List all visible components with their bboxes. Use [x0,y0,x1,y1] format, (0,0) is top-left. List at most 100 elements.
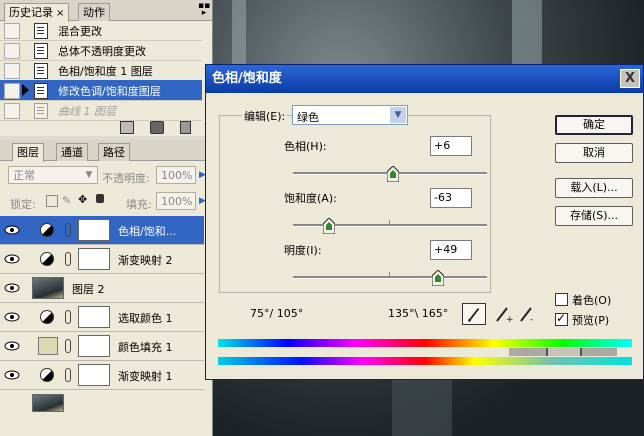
saturation-slider-thumb[interactable] [322,218,335,234]
tab-channels[interactable]: 通道 [56,143,88,161]
edit-label: 编辑(E): [242,108,288,124]
layer-mask-thumbnail[interactable] [78,219,110,241]
history-panel: 历史记录 × 动作 ▪▪ ▸ 混合更改 总体不透明度更改 色相/饱和度 1 图层 修… [0,0,213,136]
eye-icon[interactable] [4,224,20,236]
adjustment-layer-icon [40,368,54,382]
layer-image-thumbnail[interactable] [32,277,64,299]
tab-actions-label: 动作 [83,6,105,19]
lightness-center-tick [389,272,390,276]
history-item-selected[interactable]: 修改色调/饱和度图层 [0,80,202,101]
layer-row-gradient-map-2[interactable]: 渐变映射 2 [0,245,204,274]
link-icon[interactable] [65,339,71,353]
layer-row-partial[interactable] [0,390,204,436]
load-button[interactable]: 载入(L)... [555,178,633,198]
lock-all-icon[interactable] [96,194,104,203]
lightness-input[interactable]: +49 [430,240,472,260]
lightness-slider-thumb[interactable] [431,270,444,286]
layer-row-layer-2[interactable]: 图层 2 [0,274,204,303]
layers-panel: 图层 通道 路径 正常 ▼ 不透明度: 100% ▶ 锁定: ✎ ✥ 填充: 1… [0,140,213,436]
layer-name[interactable]: 颜色填充 1 [118,339,173,355]
layer-row-color-fill-1[interactable]: 颜色填充 1 [0,332,204,361]
snapshot-source-checkbox[interactable] [4,83,20,99]
save-button[interactable]: 存储(S)... [555,206,633,226]
hue-slider-thumb[interactable] [387,166,400,182]
history-item[interactable]: 混合更改 [0,20,202,41]
range-right-readout: 135°\ 165° [388,307,449,320]
panel-menu-icon[interactable]: ▪▪ ▸ [198,2,210,18]
edit-channel-select[interactable]: 绿色 ▼ [292,105,408,125]
layer-name[interactable]: 渐变映射 1 [118,368,173,384]
layer-row-hue-saturation[interactable]: 色相/饱和... [0,216,204,245]
close-button[interactable]: X [620,69,640,88]
adjustment-layer-icon [40,223,54,237]
history-item[interactable]: 总体不透明度更改 [0,40,202,61]
link-icon[interactable] [65,310,71,324]
checkmark-icon: ✓ [556,311,567,325]
trash-icon[interactable] [180,121,191,134]
history-item[interactable]: 色相/饱和度 1 图层 [0,60,202,81]
fill-color-swatch[interactable] [38,337,58,355]
new-document-from-state-icon[interactable] [120,121,134,134]
link-icon[interactable] [65,368,71,382]
document-icon [34,23,48,39]
layer-mask-thumbnail[interactable] [78,248,110,270]
lock-move-icon[interactable]: ✥ [78,193,87,206]
ok-button[interactable]: 确定 [555,115,633,135]
layer-mask-thumbnail[interactable] [78,364,110,386]
tab-history-label: 历史记录 [9,6,53,19]
layer-image-thumbnail[interactable] [32,394,64,412]
eyedropper-minus-icon[interactable]: - [514,303,538,325]
history-footer [0,118,212,136]
lightness-slider-track[interactable] [293,276,487,279]
preview-label: 预览(P) [572,314,610,327]
cancel-button[interactable]: 取消 [555,143,633,163]
colorize-label: 着色(O) [572,294,612,307]
chevron-down-icon[interactable]: ▼ [390,107,406,123]
link-icon[interactable] [65,223,71,237]
saturation-input[interactable]: -63 [430,188,472,208]
lock-transparent-icon[interactable] [46,195,58,207]
opacity-input[interactable]: 100% [156,166,196,184]
range-adjust-center[interactable] [546,348,582,356]
eye-icon[interactable] [4,253,20,265]
eyedropper-icon[interactable] [462,303,486,325]
tab-paths-label: 路径 [103,146,125,159]
layer-name[interactable]: 选取颜色 1 [118,310,173,326]
layer-name[interactable]: 色相/饱和... [118,223,176,239]
tab-layers[interactable]: 图层 [12,143,44,162]
preview-checkbox[interactable]: ✓ [555,311,568,326]
layer-name[interactable]: 图层 2 [72,281,105,297]
dialog-titlebar[interactable]: 色相/饱和度 X [206,65,643,93]
document-icon [34,43,48,59]
adjustment-group: 编辑(E): 绿色 ▼ 色相(H): +6 饱和度(A): -63 明度(I):… [219,105,491,293]
eye-icon[interactable] [4,282,20,294]
blend-mode-value: 正常 [13,169,35,182]
tab-actions[interactable]: 动作 [78,3,110,21]
camera-snapshot-icon[interactable] [150,121,164,134]
snapshot-source-checkbox[interactable] [4,43,20,59]
close-icon[interactable]: × [56,8,64,19]
colorize-checkbox[interactable] [555,293,568,306]
eye-icon[interactable] [4,311,20,323]
link-icon[interactable] [65,252,71,266]
snapshot-source-checkbox[interactable] [4,63,20,79]
layer-row-gradient-map-1[interactable]: 渐变映射 1 [0,361,204,390]
eyedropper-plus-icon[interactable]: + [490,303,514,325]
hue-input[interactable]: +6 [430,136,472,156]
layer-mask-thumbnail[interactable] [78,335,110,357]
layer-row-selective-color-1[interactable]: 选取颜色 1 [0,303,204,332]
opacity-label: 不透明度: [102,172,150,185]
dialog-title: 色相/饱和度 [212,71,282,86]
blend-mode-dropdown[interactable]: 正常 ▼ [8,166,98,184]
lightness-label: 明度(I): [284,244,322,257]
layer-name[interactable]: 渐变映射 2 [118,252,173,268]
layer-mask-thumbnail[interactable] [78,306,110,328]
lock-brush-icon[interactable]: ✎ [62,194,71,207]
tab-paths[interactable]: 路径 [98,143,130,161]
snapshot-source-checkbox[interactable] [4,103,20,119]
history-item-label: 曲线 1 图层 [58,105,116,118]
eye-icon[interactable] [4,340,20,352]
eye-icon[interactable] [4,369,20,381]
fill-input[interactable]: 100% [156,192,196,210]
snapshot-source-checkbox[interactable] [4,23,20,39]
